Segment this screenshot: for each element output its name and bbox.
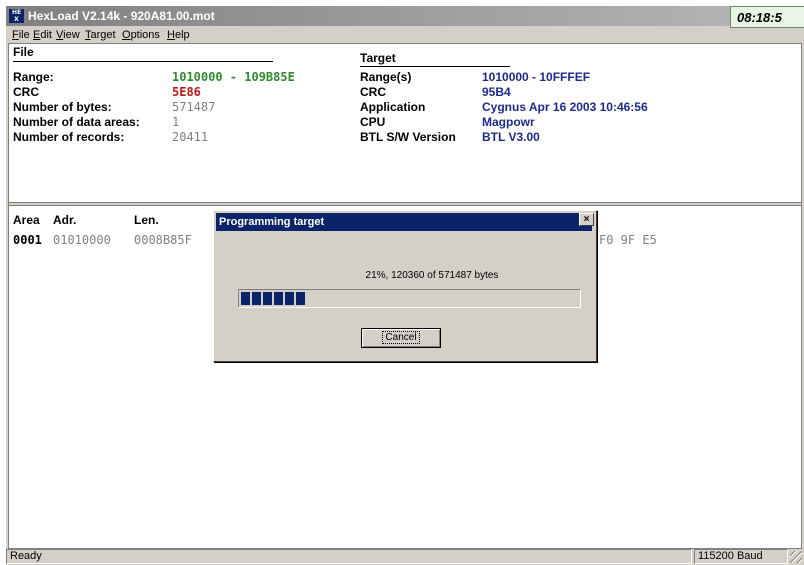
title-bar[interactable]: HE X HexLoad V2.14k - 920A81.00.mot <box>6 6 804 26</box>
file-section-title: File <box>13 45 34 59</box>
target-cpu-label: CPU <box>360 115 386 129</box>
clock-display: 08:18:5 <box>730 6 804 28</box>
file-crc-value: 5E86 <box>172 85 201 99</box>
col-header-area[interactable]: Area <box>13 213 40 227</box>
target-application-label: Application <box>360 100 426 114</box>
target-range-value: 1010000 - 10FFFEF <box>482 70 591 84</box>
target-application-value: Cygnus Apr 16 2003 10:46:56 <box>482 100 648 114</box>
cancel-button[interactable]: Cancel <box>361 328 441 348</box>
progress-block <box>241 292 250 305</box>
progress-fill <box>241 292 305 305</box>
file-records-label: Number of records: <box>13 130 125 144</box>
dialog-title[interactable]: Programming target <box>216 213 592 231</box>
target-btl-value: BTL V3.00 <box>482 130 540 144</box>
file-records-value: 20411 <box>172 130 209 144</box>
programming-dialog: Programming target × 21%, 120360 of 5714… <box>213 210 597 362</box>
progress-message: 21%, 120360 of 571487 bytes <box>365 270 499 281</box>
menu-bar: File Edit View Target Options Help <box>6 27 804 43</box>
hex-icon[interactable]: HE X <box>9 9 24 23</box>
progress-bar <box>238 289 581 308</box>
target-cpu-value: Magpowr <box>482 115 535 129</box>
target-btl-label: BTL S/W Version <box>360 130 456 144</box>
row-adr: 01010000 <box>53 233 111 247</box>
file-range-value: 1010000 - 109B85E <box>172 70 295 84</box>
menu-view[interactable]: View <box>56 29 80 41</box>
resize-grip[interactable] <box>790 551 802 563</box>
status-baud: 115200 Baud <box>694 549 788 564</box>
progress-block <box>274 292 283 305</box>
file-bytes-value: 571487 <box>172 100 216 114</box>
menu-file[interactable]: File <box>12 29 30 41</box>
target-section-rule <box>360 66 510 67</box>
file-areas-value: 1 <box>172 115 180 129</box>
row-area: 0001 <box>13 233 42 247</box>
menu-help[interactable]: Help <box>167 29 190 41</box>
progress-block <box>285 292 294 305</box>
row-len: 0008B85F <box>134 233 192 247</box>
target-range-label: Range(s) <box>360 70 412 84</box>
col-header-len[interactable]: Len. <box>134 213 159 227</box>
window-title: HexLoad V2.14k - 920A81.00.mot <box>28 9 215 23</box>
status-bar: Ready 115200 Baud <box>6 547 804 565</box>
target-crc-value: 95B4 <box>482 85 511 99</box>
file-crc-label: CRC <box>13 85 39 99</box>
file-areas-label: Number of data areas: <box>13 115 140 129</box>
target-section-title: Target <box>360 51 396 65</box>
file-range-label: Range: <box>13 70 54 84</box>
progress-block <box>296 292 305 305</box>
progress-block <box>263 292 272 305</box>
file-section-rule <box>13 61 273 62</box>
row-data-tail: F0 9F E5 <box>599 233 657 247</box>
progress-block <box>252 292 261 305</box>
file-bytes-label: Number of bytes: <box>13 100 112 114</box>
menu-options[interactable]: Options <box>122 29 160 41</box>
close-icon[interactable]: × <box>579 213 594 226</box>
menu-target[interactable]: Target <box>85 29 116 41</box>
target-crc-label: CRC <box>360 85 386 99</box>
menu-edit[interactable]: Edit <box>33 29 52 41</box>
col-header-adr[interactable]: Adr. <box>53 213 76 227</box>
status-text: Ready <box>6 549 692 564</box>
pane-splitter[interactable] <box>9 202 801 206</box>
